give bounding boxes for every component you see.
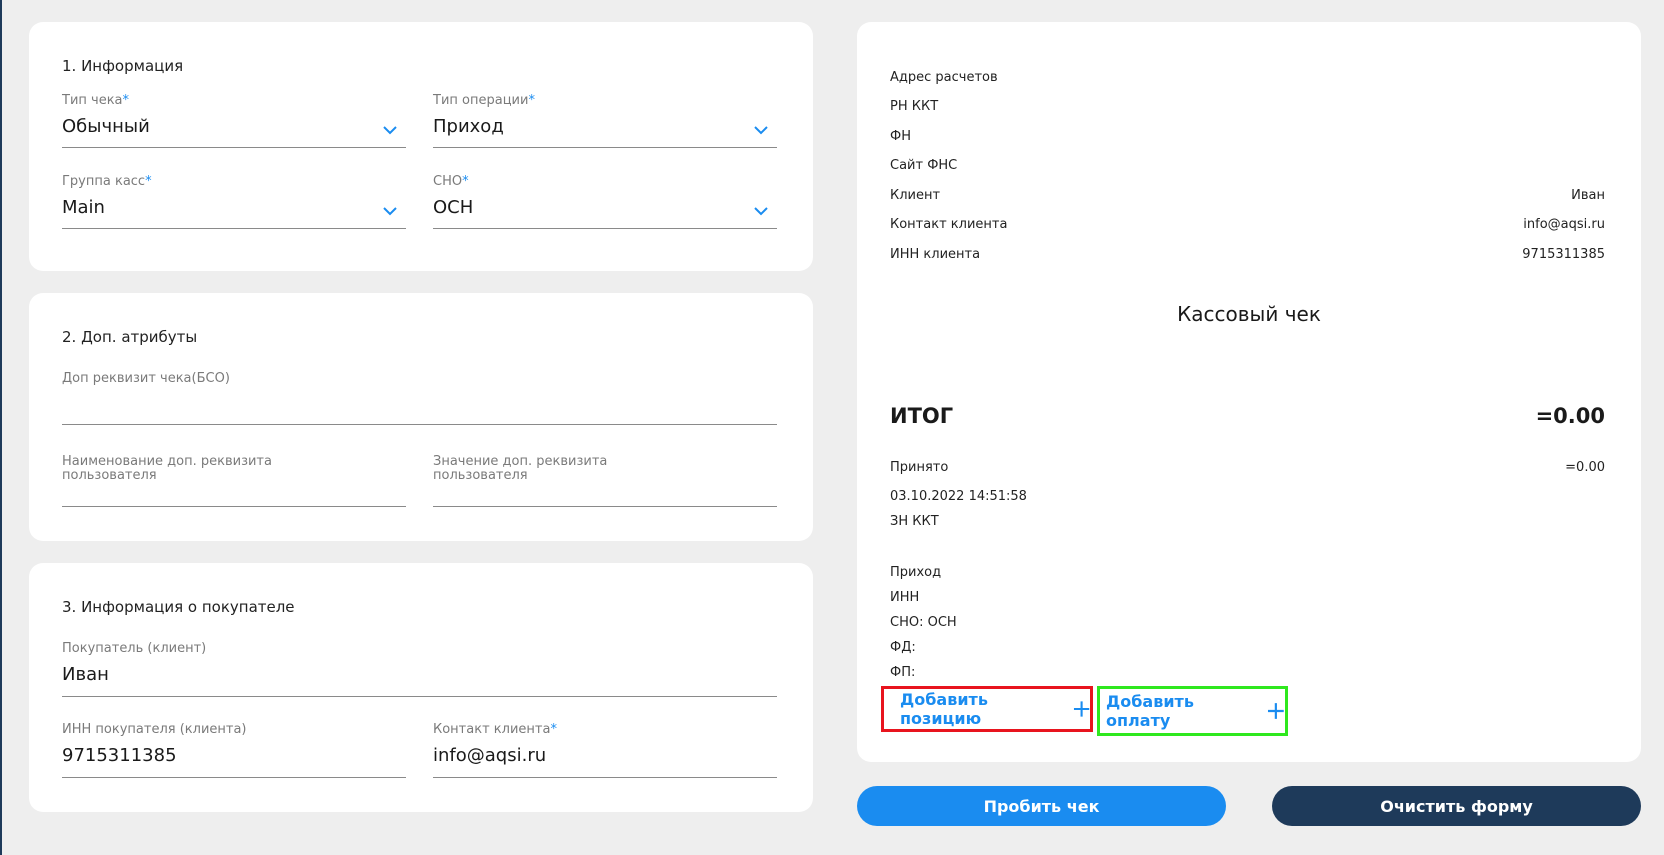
sno-select[interactable]: СНО* ОСН — [433, 175, 777, 229]
bso-input[interactable]: Доп реквизит чека(БСО) — [62, 372, 777, 425]
operation-type-label: Тип операции — [433, 93, 529, 108]
receipt-title: Кассовый чек — [1177, 302, 1321, 326]
operation-type-value: Приход — [433, 116, 504, 137]
plus-icon — [1073, 701, 1090, 717]
chevron-down-icon — [383, 207, 397, 216]
receipt-fd: ФД: — [890, 640, 916, 655]
receipt-row-address: Адрес расчетов — [890, 70, 998, 85]
contact-input[interactable]: Контакт клиента* info@aqsi.ru — [433, 723, 777, 778]
chevron-down-icon — [383, 126, 397, 135]
receipt-sno: СНО: ОСН — [890, 615, 957, 630]
contact-value: info@aqsi.ru — [433, 745, 547, 766]
user-attr-value-input[interactable]: Значение доп. реквизита пользователя — [433, 455, 777, 507]
receipt-row-client-inn: ИНН клиента 9715311385 — [890, 247, 1605, 262]
receipt-row-client: Клиент Иван — [890, 188, 1605, 203]
cash-group-select[interactable]: Группа касс* Main — [62, 175, 406, 229]
chevron-down-icon — [754, 207, 768, 216]
buyer-info-card: 3. Информация о покупателе Покупатель (к… — [29, 563, 813, 812]
info-card: 1. Информация Тип чека* Обычный Тип опер… — [29, 22, 813, 271]
chevron-down-icon — [754, 126, 768, 135]
cash-group-value: Main — [62, 197, 105, 218]
buyer-value: Иван — [62, 664, 109, 685]
check-type-label: Тип чека — [62, 93, 123, 108]
extra-attributes-card: 2. Доп. атрибуты Доп реквизит чека(БСО) … — [29, 293, 813, 541]
bso-label: Доп реквизит чека(БСО) — [62, 371, 230, 386]
receipt-row-fns-site: Сайт ФНС — [890, 158, 958, 173]
receipt-row-rn-kkt: РН ККТ — [890, 99, 939, 114]
receipt-zn-kkt: ЗН ККТ — [890, 514, 939, 529]
buyer-input[interactable]: Покупатель (клиент) Иван — [62, 642, 777, 697]
check-type-select[interactable]: Тип чека* Обычный — [62, 94, 406, 148]
sno-value: ОСН — [433, 197, 474, 218]
buyer-label: Покупатель (клиент) — [62, 641, 207, 656]
receipt-datetime: 03.10.2022 14:51:58 — [890, 489, 1027, 504]
receipt-total-value: =0.00 — [1535, 404, 1605, 428]
extra-attributes-title: 2. Доп. атрибуты — [62, 328, 198, 346]
cash-group-label: Группа касс — [62, 174, 146, 189]
receipt-row-fn: ФН — [890, 129, 911, 144]
buyer-info-title: 3. Информация о покупателе — [62, 598, 295, 616]
add-position-label: Добавить позицию — [900, 690, 988, 728]
receipt-inn: ИНН — [890, 590, 920, 605]
add-payment-button[interactable]: Добавить оплату — [1097, 686, 1288, 736]
receipt-fp: ФП: — [890, 665, 916, 680]
contact-label: Контакт клиента — [433, 722, 551, 737]
buyer-inn-label: ИНН покупателя (клиента) — [62, 722, 247, 737]
user-attr-name-input[interactable]: Наименование доп. реквизита пользователя — [62, 455, 406, 507]
print-check-button[interactable]: Пробить чек — [857, 786, 1226, 826]
buyer-inn-input[interactable]: ИНН покупателя (клиента) 9715311385 — [62, 723, 406, 778]
buyer-inn-value: 9715311385 — [62, 745, 177, 766]
clear-form-button[interactable]: Очистить форму — [1272, 786, 1641, 826]
receipt-preview: Адрес расчетов РН ККТ ФН Сайт ФНС Клиент… — [857, 22, 1641, 762]
add-payment-label: Добавить оплату — [1106, 692, 1194, 730]
info-section-title: 1. Информация — [62, 57, 184, 75]
receipt-accepted: Принято =0.00 — [890, 460, 1605, 475]
receipt-total: ИТОГ =0.00 — [890, 404, 1605, 428]
add-position-button[interactable]: Добавить позицию — [881, 686, 1093, 732]
receipt-row-client-contact: Контакт клиента info@aqsi.ru — [890, 217, 1605, 232]
operation-type-select[interactable]: Тип операции* Приход — [433, 94, 777, 148]
receipt-header-rows: Адрес расчетов РН ККТ ФН Сайт ФНС Клиент… — [890, 70, 1605, 262]
sno-label: СНО — [433, 174, 463, 189]
user-attr-name-label: Наименование доп. реквизита пользователя — [62, 454, 272, 483]
receipt-total-label: ИТОГ — [890, 404, 954, 428]
user-attr-value-label: Значение доп. реквизита пользователя — [433, 454, 608, 483]
receipt-operation: Приход — [890, 565, 942, 580]
check-type-value: Обычный — [62, 116, 150, 137]
plus-icon — [1268, 703, 1285, 719]
